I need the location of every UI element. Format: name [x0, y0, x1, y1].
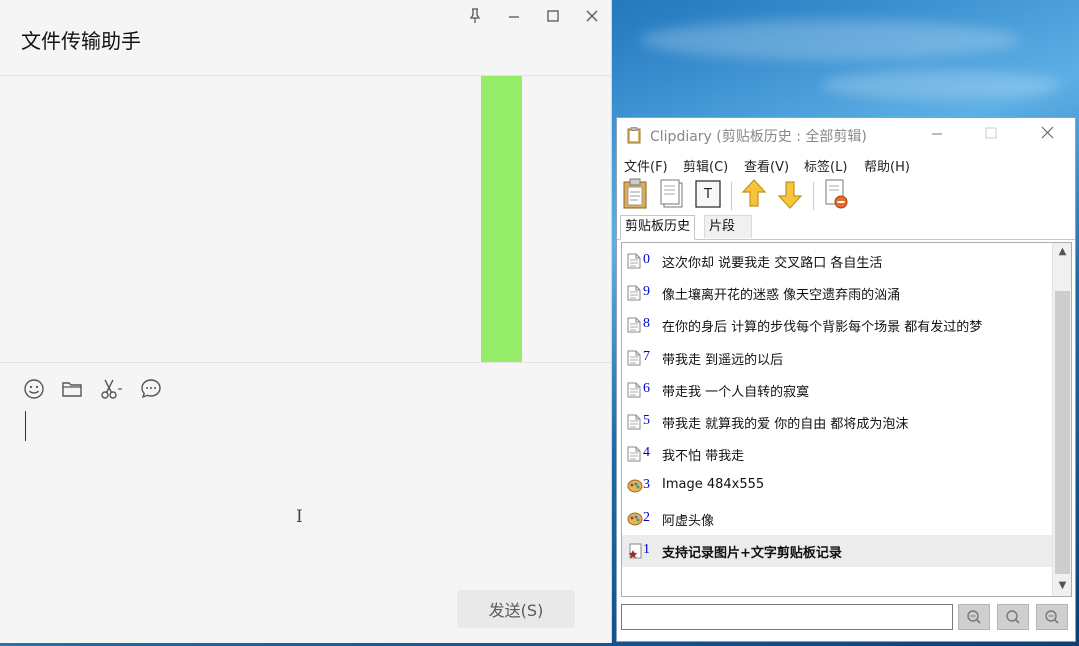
- text-clip-icon: [627, 446, 641, 462]
- close-icon[interactable]: [582, 8, 602, 28]
- image-clip-icon: [627, 478, 643, 494]
- text-clip-icon: [627, 317, 641, 333]
- list-item-number: 6: [643, 380, 650, 396]
- list-item[interactable]: 4 我不怕 带我走: [622, 438, 1052, 470]
- scroll-thumb[interactable]: [1055, 291, 1070, 574]
- list-item-number: 7: [643, 348, 650, 364]
- clipdiary-title: Clipdiary (剪贴板历史 : 全部剪辑): [650, 129, 867, 145]
- list-item-text: 阿虚头像: [662, 513, 715, 529]
- list-item-text: 带我走 就算我的爱 你的自由 都将成为泡沫: [662, 417, 909, 432]
- list-item[interactable]: 6 带走我 一个人自转的寂寞: [622, 374, 1052, 406]
- minimize-icon[interactable]: [927, 124, 947, 144]
- starred-clip-icon: [627, 543, 642, 559]
- menu-clip[interactable]: 剪辑(C): [683, 156, 728, 175]
- desktop-wave: [640, 20, 1020, 60]
- list-item-number: 3: [643, 477, 650, 493]
- list-item[interactable]: 7 带我走 到遥远的以后: [622, 342, 1052, 374]
- text-clip-icon: [627, 285, 641, 301]
- list-item-text: 带我走 到遥远的以后: [662, 352, 784, 368]
- list-item-text: 这次你却 说要我走 交叉路口 各自生活: [662, 256, 883, 271]
- list-item[interactable]: 1 支持记录图片+文字剪贴板记录: [622, 534, 1052, 567]
- paste-icon[interactable]: [621, 178, 653, 210]
- copy-icon[interactable]: [657, 178, 689, 210]
- list-item[interactable]: 2 阿虚头像: [622, 503, 1052, 535]
- scroll-down-icon[interactable]: ▼: [1053, 577, 1071, 595]
- sent-message-bubble[interactable]: [481, 76, 522, 362]
- input-divider: [0, 362, 611, 363]
- chat-history-icon[interactable]: [139, 377, 163, 401]
- clipdiary-titlebar[interactable]: Clipdiary (剪贴板历史 : 全部剪辑): [617, 118, 1075, 152]
- close-icon[interactable]: [1037, 124, 1057, 144]
- text-clip-icon: [627, 382, 641, 398]
- move-down-icon[interactable]: [775, 178, 807, 210]
- search-input[interactable]: [621, 604, 953, 630]
- move-up-icon[interactable]: [739, 178, 771, 210]
- list-item[interactable]: 0 这次你却 说要我走 交叉路口 各自生活: [622, 245, 1052, 277]
- menu-file[interactable]: 文件(F): [624, 156, 668, 175]
- list-item-number: 0: [643, 252, 650, 267]
- list-item-number: 8: [643, 316, 650, 332]
- search-icon[interactable]: [997, 604, 1029, 630]
- list-item-number: 2: [643, 509, 650, 525]
- menu-bar: 文件(F) 剪辑(C) 查看(V) 标签(L) 帮助(H): [617, 154, 1075, 176]
- list-item[interactable]: 9 像土壤离开花的迷惑 像天空遗弃雨的汹涌: [622, 277, 1052, 309]
- wechat-chat-window: 文件传输助手 I 发送(S): [0, 0, 612, 643]
- clipdiary-window: Clipdiary (剪贴板历史 : 全部剪辑) 文件(F) 剪辑(C) 查看(…: [616, 117, 1076, 642]
- list-item-text: Image 484x555: [662, 477, 765, 493]
- list-item-text: 在你的身后 计算的步伐每个背影每个场景 都有发过的梦: [662, 320, 983, 336]
- clipboard-app-icon: [627, 127, 641, 144]
- send-button[interactable]: 发送(S): [457, 590, 575, 628]
- list-item-number: 4: [643, 445, 650, 461]
- clipboard-history-list[interactable]: 0 这次你却 说要我走 交叉路口 各自生活 9 像土壤离开花的迷惑 像天空遗弃雨的汹涌…: [621, 242, 1072, 597]
- vertical-scrollbar[interactable]: ▲ ▼: [1052, 243, 1071, 596]
- toolbar-separator: [731, 182, 732, 210]
- delete-icon[interactable]: [821, 178, 853, 210]
- emoji-icon[interactable]: [22, 377, 46, 401]
- folder-icon[interactable]: [60, 377, 84, 401]
- scroll-up-icon[interactable]: ▲: [1053, 243, 1071, 261]
- pin-icon[interactable]: [465, 8, 485, 28]
- maximize-icon[interactable]: [981, 124, 1001, 144]
- mouse-cursor-ibeam: I: [296, 507, 303, 527]
- search-back-icon[interactable]: [1036, 604, 1068, 630]
- menu-tags[interactable]: 标签(L): [804, 156, 847, 175]
- list-item-number: 5: [643, 413, 650, 428]
- maximize-icon[interactable]: [543, 8, 563, 28]
- text-clip-icon: [627, 414, 641, 430]
- toolbar: T: [617, 178, 1075, 214]
- menu-view[interactable]: 查看(V): [744, 156, 789, 175]
- text-clip-icon: [627, 253, 641, 269]
- list-item-number: 1: [643, 541, 650, 557]
- menu-help[interactable]: 帮助(H): [864, 156, 910, 175]
- list-item[interactable]: 3 Image 484x555: [622, 470, 1052, 502]
- list-item-text: 带走我 一个人自转的寂寞: [662, 384, 810, 400]
- tab-snippets[interactable]: 片段: [704, 215, 752, 238]
- text-icon[interactable]: T: [693, 178, 725, 210]
- svg-text:T: T: [703, 187, 712, 202]
- image-clip-icon: [627, 511, 643, 527]
- minimize-icon[interactable]: [504, 8, 524, 28]
- desktop-wave: [820, 70, 1060, 100]
- tab-clipboard-history[interactable]: 剪贴板历史: [620, 215, 696, 240]
- list-item[interactable]: 5 带我走 就算我的爱 你的自由 都将成为泡沫: [622, 406, 1052, 438]
- list-item-text: 像土壤离开花的迷惑 像天空遗弃雨的汹涌: [662, 288, 901, 304]
- list-item-text: 支持记录图片+文字剪贴板记录: [662, 545, 842, 561]
- text-clip-icon: [627, 350, 641, 366]
- search-forward-icon[interactable]: [958, 604, 990, 630]
- text-caret: [25, 411, 26, 441]
- list-item-number: 9: [643, 284, 650, 300]
- toolbar-separator: [813, 182, 814, 210]
- tab-bar: 剪贴板历史 片段: [617, 215, 1075, 240]
- scissors-icon[interactable]: [99, 377, 123, 401]
- chat-title: 文件传输助手: [21, 29, 141, 53]
- list-item-text: 我不怕 带我走: [662, 449, 745, 465]
- list-item[interactable]: 8 在你的身后 计算的步伐每个背影每个场景 都有发过的梦: [622, 309, 1052, 341]
